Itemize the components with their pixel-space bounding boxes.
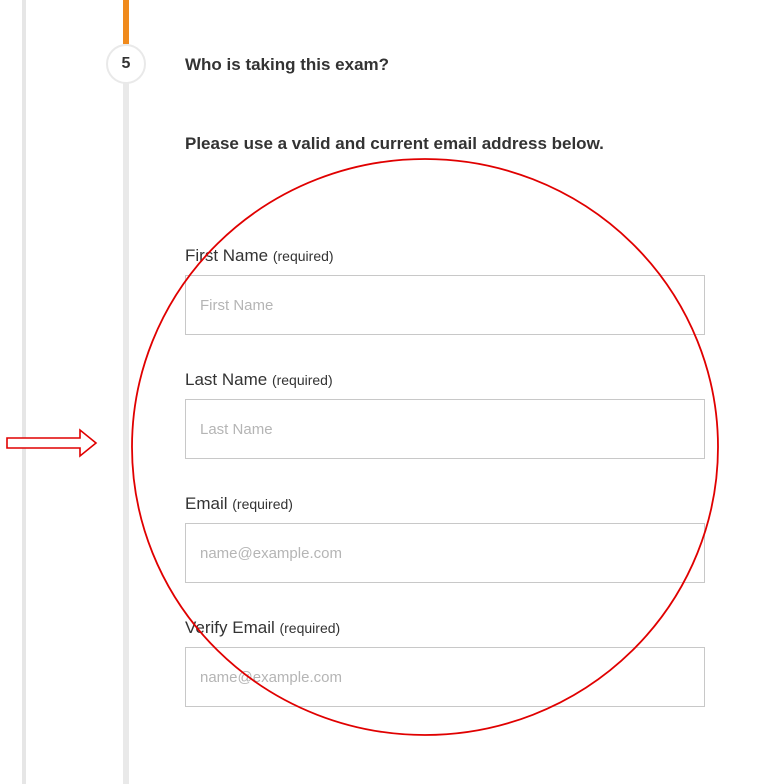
step-progress-bar <box>123 0 129 44</box>
step-number-badge: 5 <box>106 44 146 84</box>
verify-email-input[interactable] <box>185 647 705 707</box>
email-input[interactable] <box>185 523 705 583</box>
email-label: Email (required) <box>185 494 293 514</box>
right-arrow-outline-icon <box>6 428 98 458</box>
email-label-text: Email <box>185 494 228 513</box>
instruction-text: Please use a valid and current email add… <box>185 134 604 153</box>
first-name-input[interactable] <box>185 275 705 335</box>
left-rail <box>22 0 26 784</box>
verify-email-required-note: (required) <box>279 620 341 636</box>
first-name-label-text: First Name <box>185 246 269 265</box>
step-track <box>123 0 129 784</box>
verify-email-label: Verify Email (required) <box>185 618 340 638</box>
last-name-required-note: (required) <box>271 372 333 388</box>
first-name-required-note: (required) <box>272 248 334 264</box>
email-required-note: (required) <box>232 496 293 512</box>
step-title: Who is taking this exam? <box>185 55 390 74</box>
first-name-label: First Name (required) <box>185 246 334 266</box>
last-name-label: Last Name (required) <box>185 370 333 390</box>
last-name-input[interactable] <box>185 399 705 459</box>
verify-email-label-text: Verify Email <box>185 618 275 637</box>
last-name-label-text: Last Name <box>185 370 268 389</box>
